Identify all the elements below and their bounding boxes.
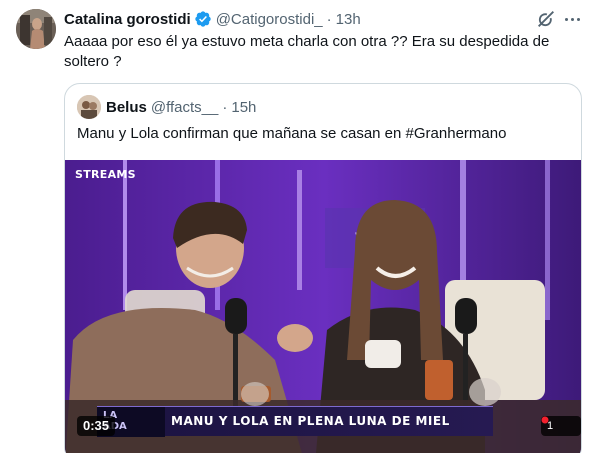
more-dots-icon[interactable] (560, 9, 584, 29)
lower-third-banner: LA ADA MANU Y LOLA EN PLENA LUNA DE MIEL (97, 406, 493, 437)
video-corner-badge[interactable]: 1 (541, 416, 581, 436)
quoted-tweet-header: Belus @ffacts__ · 15h (77, 95, 256, 119)
quoted-tweet-text: Manu y Lola confirman que mañana se casa… (77, 125, 507, 142)
quoted-header-separator: · (222, 98, 228, 116)
author-handle[interactable]: @Catigorostidi_ (216, 11, 323, 28)
grok-icon[interactable] (535, 8, 557, 30)
more-dot-3 (576, 17, 580, 21)
tweet-header: Catalina gorostidi @Catigorostidi_ · 13h (64, 9, 361, 29)
more-dot-2 (570, 17, 574, 21)
quoted-author-name[interactable]: Belus (106, 99, 147, 116)
verified-badge-icon[interactable] (194, 10, 212, 28)
channel-logo: STREAMS (75, 168, 136, 181)
quoted-author-avatar-image (77, 95, 101, 119)
quoted-author-avatar[interactable] (77, 95, 101, 119)
video-duration: 0:35 (77, 416, 116, 436)
author-avatar[interactable] (16, 9, 56, 49)
quoted-tweet[interactable]: Belus @ffacts__ · 15h Manu y Lola confir… (64, 83, 582, 453)
lower-third-headline: MANU Y LOLA EN PLENA LUNA DE MIEL (171, 414, 450, 428)
more-dot-1 (564, 17, 568, 21)
tweet[interactable]: Catalina gorostidi @Catigorostidi_ · 13h… (0, 0, 597, 453)
video-player[interactable]: V (65, 160, 581, 453)
author-name[interactable]: Catalina gorostidi (64, 11, 191, 28)
tweet-text: Aaaaa por eso él ya estuvo meta charla c… (64, 33, 550, 70)
record-dot-icon (541, 416, 549, 424)
header-separator: · (326, 10, 332, 28)
quoted-author-handle[interactable]: @ffacts__ (151, 99, 219, 116)
tweet-timestamp[interactable]: 13h (336, 11, 361, 28)
quoted-tweet-timestamp[interactable]: 15h (231, 99, 256, 116)
author-avatar-image (16, 9, 56, 49)
